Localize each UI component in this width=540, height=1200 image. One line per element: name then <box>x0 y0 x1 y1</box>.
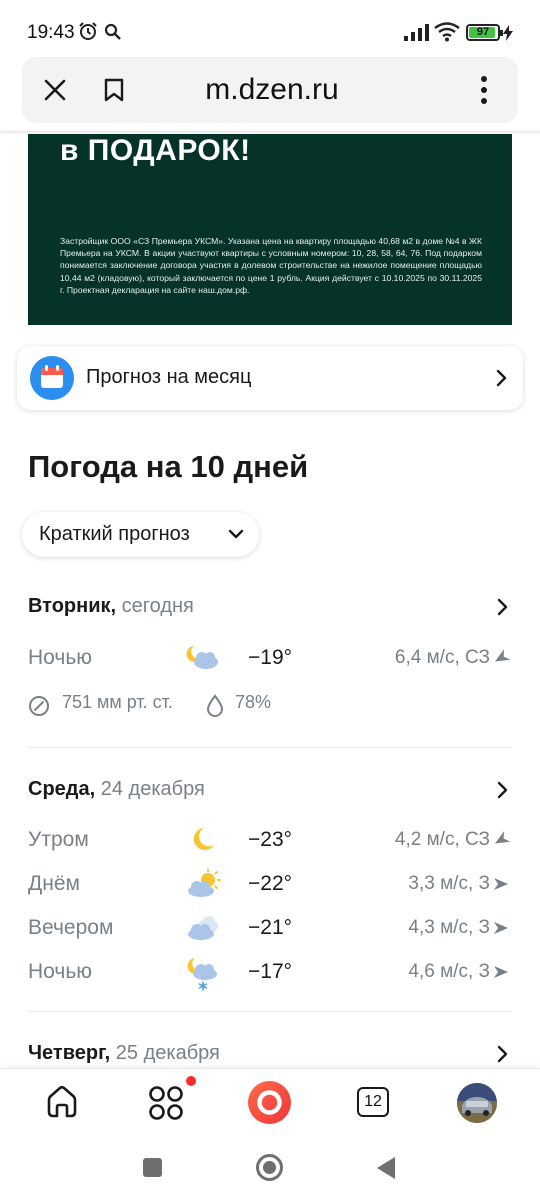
status-time: 19:43 <box>27 22 75 43</box>
day-part: Вечером <box>28 916 114 939</box>
forecast-row: Утром −23° 4,2 м/с, СЗ <box>0 825 540 855</box>
ad-legal-text: Застройщик ООО «СЗ Премьера УКСМ». Указа… <box>60 236 482 295</box>
chevron-down-icon <box>228 529 244 539</box>
recent-apps-button[interactable] <box>143 1158 162 1177</box>
day-date: 24 декабря <box>100 778 205 800</box>
more-vertical-icon[interactable] <box>480 75 488 105</box>
status-bar: 19:43 97 <box>0 0 540 56</box>
ad-banner[interactable]: в ПОДАРОК! Застройщик ООО «СЗ Премьера У… <box>28 134 512 325</box>
forecast-row: Вечером −21° 4,3 м/с, З <box>0 913 540 943</box>
temperature: −21° <box>248 916 293 939</box>
forecast-row: Ночью −19° 6,4 м/с, СЗ <box>0 643 540 673</box>
day-part: Утром <box>28 828 89 851</box>
chevron-right-icon[interactable] <box>497 598 508 616</box>
wind: 3,3 м/с, З <box>408 873 490 894</box>
ad-title: в ПОДАРОК! <box>60 134 251 167</box>
chevron-right-icon[interactable] <box>497 1045 508 1063</box>
tabs-counter-button[interactable]: 12 <box>357 1087 389 1117</box>
pressure-icon <box>29 696 49 716</box>
wind: 4,3 м/с, З <box>408 917 490 938</box>
wind: 6,4 м/с, СЗ <box>394 647 490 668</box>
avatar[interactable] <box>457 1083 497 1123</box>
month-forecast-card[interactable]: Прогноз на месяц <box>17 346 523 410</box>
search-icon <box>104 23 121 40</box>
system-navigation-bar <box>0 1140 540 1200</box>
temperature: −17° <box>248 960 293 983</box>
system-home-button[interactable] <box>256 1154 283 1181</box>
humidity-value: 78% <box>235 692 272 712</box>
signal-icon <box>404 24 429 41</box>
close-icon[interactable] <box>44 79 66 101</box>
wind-direction-icon <box>494 878 508 890</box>
bookmark-icon[interactable] <box>104 78 124 102</box>
wind-direction-icon <box>494 649 511 662</box>
day-weekday: Вторник, <box>28 595 117 617</box>
url-field[interactable]: m.dzen.ru <box>142 73 402 107</box>
chevron-right-icon <box>496 369 507 387</box>
alice-icon <box>257 1090 282 1115</box>
wind: 4,2 м/с, СЗ <box>394 829 490 850</box>
cloudy-icon <box>188 916 218 940</box>
forecast-row: Ночью −17° 4,6 м/с, З <box>0 957 540 991</box>
night-cloudy-icon <box>186 646 218 669</box>
calendar-icon <box>30 356 74 400</box>
page-title: Погода на 10 дней <box>28 449 309 484</box>
temperature: −22° <box>248 872 293 895</box>
battery-level: 97 <box>476 26 490 38</box>
alarm-icon <box>79 22 97 40</box>
day-header[interactable]: Среда, 24 декабря <box>28 778 205 801</box>
month-forecast-label: Прогноз на месяц <box>86 366 252 388</box>
day-header[interactable]: Четверг, 25 декабря <box>28 1042 220 1065</box>
bottom-navigation: 12 <box>0 1068 540 1140</box>
alice-assistant-button[interactable] <box>248 1081 291 1124</box>
day-weekday: Четверг, <box>28 1042 111 1064</box>
forecast-view-select[interactable]: Краткий прогноз <box>22 512 259 557</box>
forecast-view-label: Краткий прогноз <box>39 523 190 545</box>
pressure-value: 751 мм рт. ст. <box>62 692 173 712</box>
day-header[interactable]: Вторник, сегодня <box>28 595 194 618</box>
day-date: 25 декабря <box>115 1042 220 1064</box>
wind-direction-icon <box>494 831 511 844</box>
home-icon[interactable] <box>46 1085 78 1119</box>
divider <box>28 1011 512 1012</box>
temperature: −23° <box>248 828 293 851</box>
wind-direction-icon <box>494 922 508 934</box>
humidity-icon <box>206 694 224 717</box>
wind-direction-icon <box>494 966 508 978</box>
day-weekday: Среда, <box>28 778 96 800</box>
notification-badge <box>186 1076 196 1086</box>
day-date: сегодня <box>121 595 194 617</box>
services-grid-icon[interactable] <box>148 1085 184 1121</box>
wifi-icon <box>434 22 460 42</box>
battery-icon: 97 <box>466 24 503 41</box>
temperature: −19° <box>248 646 293 669</box>
night-snow-icon <box>187 958 217 991</box>
charging-icon <box>503 25 513 41</box>
moon-icon <box>193 828 214 850</box>
partly-sunny-icon <box>188 869 221 897</box>
day-part: Днём <box>28 872 80 895</box>
browser-address-bar: m.dzen.ru <box>22 57 518 123</box>
back-icon[interactable] <box>376 1156 396 1180</box>
forecast-row: Днём −22° 3,3 м/с, З <box>0 869 540 899</box>
day-part: Ночью <box>28 960 93 983</box>
chevron-right-icon[interactable] <box>497 781 508 799</box>
day-part: Ночью <box>28 646 93 669</box>
divider <box>28 747 512 748</box>
wind: 4,6 м/с, З <box>408 961 490 982</box>
